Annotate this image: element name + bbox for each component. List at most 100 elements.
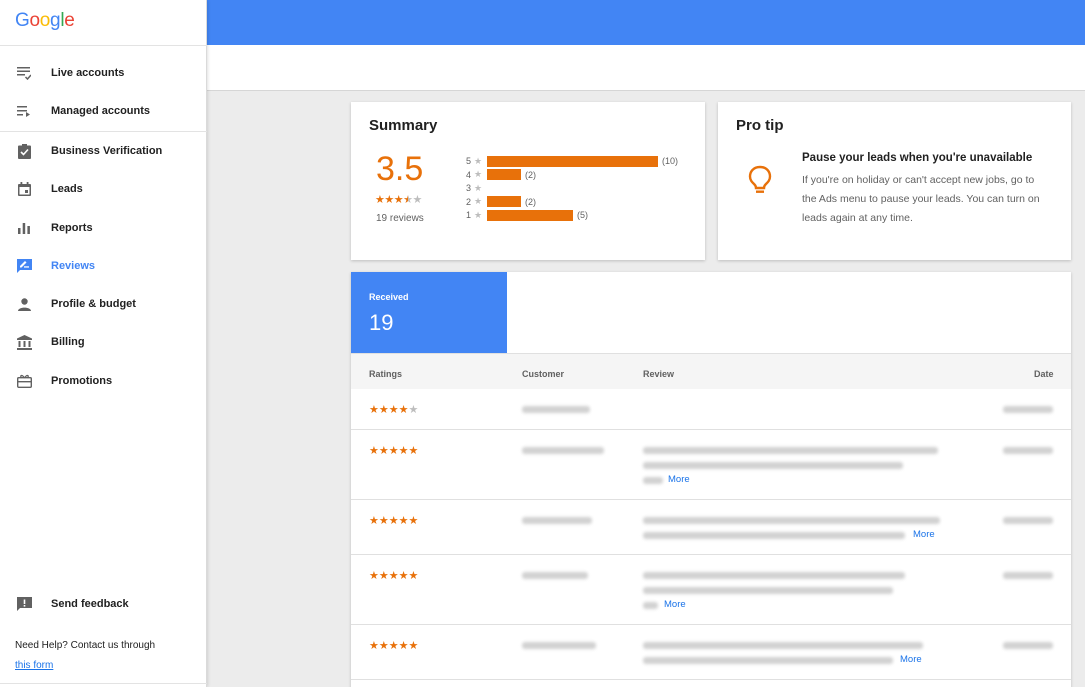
received-count-tile[interactable]: Received 19 (351, 272, 507, 353)
help-text: Need Help? Contact us through this form (15, 636, 155, 676)
date-redacted (1003, 517, 1053, 524)
average-rating: 3.5 (376, 150, 424, 188)
bar-chart-icon (16, 220, 32, 236)
star-icon: ★★★★★ (369, 640, 419, 652)
column-header-review[interactable]: Review (643, 369, 674, 379)
logo-letter: o (39, 10, 51, 31)
sidebar-item-reports[interactable]: Reports (0, 209, 207, 247)
sidebar-item-managed-accounts[interactable]: Managed accounts (0, 92, 207, 130)
rate-review-icon (16, 258, 32, 274)
person-icon (16, 296, 32, 312)
customer-name-redacted (522, 406, 590, 413)
histogram-row: 3 ★ (463, 182, 485, 194)
calendar-icon (16, 181, 32, 197)
sidebar-item-label: Live accounts (51, 67, 125, 79)
histogram-bar (487, 196, 521, 207)
column-header-customer[interactable]: Customer (522, 369, 564, 379)
lightbulb-icon (748, 165, 772, 193)
star-icon: ★ (384, 194, 394, 206)
histogram-star-level: 5 (465, 156, 471, 166)
review-text-redacted (643, 602, 658, 609)
review-text-redacted (643, 657, 893, 664)
pro-tip-headline: Pause your leads when you're unavailable (802, 152, 1033, 164)
histogram-row: 2 ★ (2) (463, 196, 536, 208)
sidebar: Google Live accounts Managed accounts Bu… (0, 0, 207, 687)
star-icon: ★ (375, 194, 385, 206)
star-icon: ★ (473, 169, 483, 179)
logo-letter: g (50, 10, 61, 31)
histogram-star-level: 4 (465, 169, 471, 180)
histogram-row: 5 ★ (10) (463, 155, 678, 167)
sidebar-item-label: Reports (51, 222, 93, 234)
pro-tip-title: Pro tip (736, 117, 784, 134)
more-link[interactable]: More (668, 474, 690, 485)
star-icon: ★ (393, 194, 404, 206)
star-icon: ★★★★ (369, 404, 409, 416)
sidebar-item-billing[interactable]: Billing (0, 323, 207, 361)
date-redacted (1003, 447, 1053, 454)
divider (0, 45, 207, 46)
histogram-count: (2) (525, 169, 536, 180)
clipboard-check-icon (16, 143, 32, 159)
more-link[interactable]: More (664, 599, 686, 610)
send-feedback-button[interactable]: Send feedback (0, 585, 207, 623)
received-value: 19 (369, 310, 394, 335)
feedback-icon (16, 596, 32, 612)
summary-card: Summary 3.5 ★★★★★ 19 reviews 5 ★ (10) 4 ★ (2)… (351, 102, 705, 260)
star-icon: ★ (408, 404, 419, 416)
column-header-ratings[interactable]: Ratings (369, 369, 402, 379)
sidebar-item-leads[interactable]: Leads (0, 170, 207, 208)
review-count: 19 reviews (376, 213, 424, 224)
star-icon: ★ (412, 194, 423, 206)
table-row[interactable]: ★★★★★ (351, 389, 1071, 430)
google-logo[interactable]: Google (15, 10, 75, 32)
list-check-icon (16, 65, 32, 81)
customer-name-redacted (522, 642, 596, 649)
sidebar-item-live-accounts[interactable]: Live accounts (0, 54, 207, 92)
row-rating-stars: ★★★★★ (369, 639, 418, 652)
sidebar-item-label: Managed accounts (51, 105, 151, 117)
table-header: Ratings Customer Review Date (351, 353, 1071, 389)
row-rating-stars: ★★★★★ (369, 444, 418, 457)
sidebar-item-business-verification[interactable]: Business Verification (0, 132, 207, 170)
table-row[interactable]: ★★★★★ More (351, 500, 1071, 555)
review-text-redacted (643, 532, 905, 539)
sidebar-item-label: Business Verification (51, 145, 163, 157)
column-header-date[interactable]: Date (1034, 369, 1054, 379)
table-row[interactable]: ★★★★★ More (351, 430, 1071, 500)
sidebar-item-label: Profile & budget (51, 298, 136, 310)
histogram-count: (5) (577, 210, 588, 220)
customer-name-redacted (522, 447, 604, 454)
more-link[interactable]: More (900, 654, 922, 665)
histogram-bar (487, 155, 658, 167)
table-row[interactable]: ★★★★★ More (351, 625, 1071, 680)
logo-letter: G (15, 10, 30, 31)
histogram-star-level: 2 (465, 196, 471, 207)
histogram-count: (2) (525, 196, 536, 207)
received-label: Received (369, 292, 409, 302)
pro-tip-body: If you're on holiday or can't accept new… (802, 174, 1040, 224)
help-message: Need Help? Contact us through (15, 640, 156, 651)
sidebar-item-reviews[interactable]: Reviews (0, 247, 207, 285)
sidebar-item-promotions[interactable]: Promotions (0, 362, 207, 400)
more-link[interactable]: More (913, 529, 935, 540)
sidebar-item-profile-budget[interactable]: Profile & budget (0, 285, 207, 323)
help-form-link[interactable]: this form (15, 660, 53, 671)
gift-card-icon (16, 373, 32, 389)
sidebar-item-label: Reviews (51, 260, 96, 272)
divider (0, 683, 207, 684)
send-feedback-label: Send feedback (51, 598, 129, 610)
logo-letter: e (64, 10, 75, 31)
summary-title: Summary (369, 117, 438, 134)
histogram-row: 1 ★ (5) (463, 209, 588, 221)
star-icon: ★ (473, 196, 483, 206)
review-text-redacted (643, 477, 663, 484)
table-row[interactable]: ★★★★★ More (351, 555, 1071, 625)
review-text-redacted (643, 462, 903, 469)
playlist-play-icon (16, 103, 32, 119)
toolbar-bar (207, 45, 1085, 91)
star-icon: ★ (473, 209, 483, 220)
star-icon: ★★★★★ (369, 515, 419, 527)
date-redacted (1003, 406, 1053, 413)
date-redacted (1003, 572, 1053, 579)
